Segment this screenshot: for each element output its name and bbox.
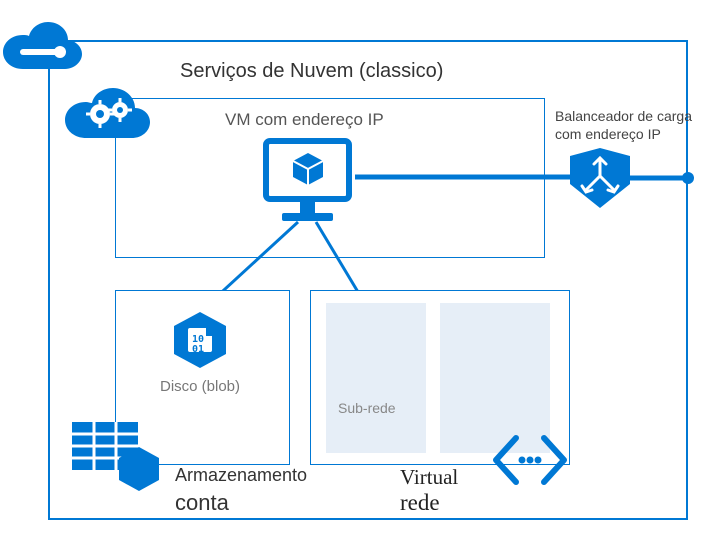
vm-to-lb-connector xyxy=(355,172,600,182)
lb-external-connector xyxy=(628,172,698,184)
vnet-label-line1: Virtual xyxy=(400,465,458,490)
load-balancer-icon xyxy=(568,146,632,210)
cloud-logo-icon xyxy=(0,18,90,73)
vnet-label-line2: rede xyxy=(400,490,440,516)
storage-label-line1: Armazenamento xyxy=(175,465,307,486)
gears-cloud-icon xyxy=(60,82,160,152)
vm-label: VM com endereço IP xyxy=(225,110,384,130)
subnet-label: Sub-rede xyxy=(338,400,396,416)
lb-label-line2: com endereço IP xyxy=(555,126,661,142)
svg-text:01: 01 xyxy=(192,344,204,355)
storage-label-line2: conta xyxy=(175,490,229,516)
vm-monitor-icon xyxy=(260,135,355,225)
vnet-icon xyxy=(490,430,570,490)
disk-label: Disco (blob) xyxy=(160,378,240,395)
lb-label-line1: Balanceador de carga xyxy=(555,108,692,124)
disk-blob-icon: 10 01 xyxy=(170,310,230,370)
subnet-box-1 xyxy=(326,303,426,453)
cloud-services-title: Serviços de Nuvem (classico) xyxy=(180,60,443,83)
storage-hex-icon xyxy=(115,445,163,493)
